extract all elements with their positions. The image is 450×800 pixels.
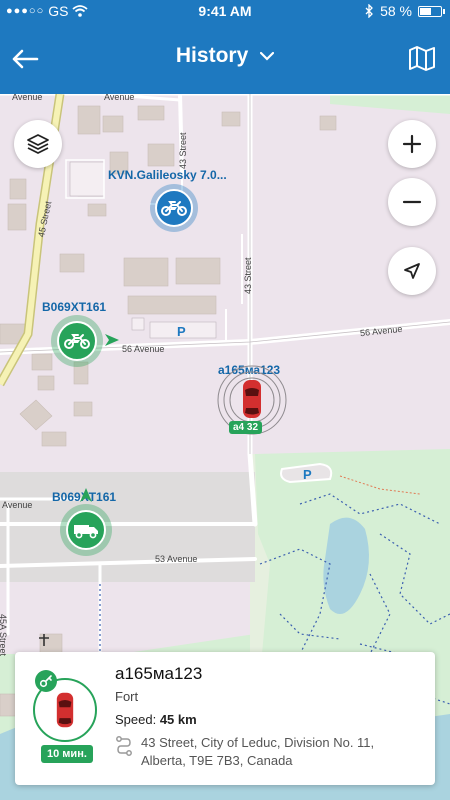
street-label: 45A Street — [0, 614, 8, 657]
speed-label: Speed: — [115, 712, 157, 727]
zoom-out-button[interactable] — [388, 178, 436, 226]
layers-button[interactable] — [14, 120, 62, 168]
vehicle-marker[interactable] — [238, 378, 266, 420]
ignition-badge — [35, 670, 57, 692]
vehicle-address: 43 Street, City of Leduc, Division No. 1… — [141, 735, 375, 768]
street-label: 43 Street — [178, 132, 188, 169]
app-header: History — [0, 22, 450, 94]
vehicle-label: KVN.Galileosky 7.0... — [108, 168, 227, 182]
zoom-in-button[interactable] — [388, 120, 436, 168]
vehicle-marker[interactable] — [150, 184, 198, 232]
battery-icon — [418, 5, 445, 17]
street-label: 56 Avenue — [122, 344, 165, 354]
street-label: Avenue — [12, 94, 43, 102]
street-label: 53 Avenue — [155, 554, 198, 564]
motorcycle-icon — [161, 201, 187, 216]
vehicle-speed: Speed: 45 km — [115, 712, 197, 727]
plus-icon — [402, 134, 422, 154]
history-dropdown[interactable]: History — [0, 44, 450, 68]
vehicle-name: a165ма123 — [115, 664, 203, 683]
page-title: History — [175, 44, 249, 67]
speed-value: 45 km — [159, 712, 197, 727]
vehicle-marker[interactable] — [60, 504, 112, 556]
street-label: Avenue — [104, 94, 135, 102]
truck-icon — [74, 525, 98, 539]
map-icon — [409, 46, 435, 71]
layers-icon — [27, 134, 49, 154]
key-icon — [39, 675, 52, 688]
direction-arrow-icon — [80, 488, 92, 502]
battery-percent: 58 % — [380, 3, 412, 19]
vehicle-group: Fort — [115, 689, 139, 704]
car-icon — [56, 692, 74, 728]
route-icon — [116, 736, 132, 756]
vehicle-marker-core — [155, 189, 193, 227]
vehicle-marker-core — [66, 510, 106, 550]
locate-me-button[interactable] — [388, 247, 436, 295]
navigation-arrow-icon — [404, 263, 420, 279]
minus-icon — [402, 200, 422, 204]
street-label: 43 Street — [243, 257, 253, 294]
vehicle-marker[interactable] — [51, 315, 103, 367]
chevron-down-icon — [260, 52, 275, 62]
vehicle-info-card[interactable]: 10 мин. a165ма123 Fort Speed: 45 km 43 S… — [15, 652, 435, 785]
vehicle-label: B069XT161 — [42, 300, 107, 314]
map-view-button[interactable] — [408, 44, 438, 74]
parking-badge: P — [303, 467, 312, 482]
status-right: 58 % — [365, 3, 445, 19]
bluetooth-icon — [365, 4, 373, 18]
last-update-badge: 10 мин. — [41, 745, 93, 763]
direction-arrow-icon — [105, 334, 119, 346]
motorcycle-icon — [64, 334, 90, 349]
street-label: Avenue — [2, 500, 33, 510]
vehicle-marker-core — [57, 321, 97, 361]
battery-level — [420, 7, 432, 15]
status-bar: ●●●○○ GS 9:41 AM 58 % — [0, 0, 450, 22]
parking-badge: P — [177, 324, 186, 339]
license-plate: a4 32 — [229, 421, 263, 434]
car-icon — [243, 380, 261, 418]
